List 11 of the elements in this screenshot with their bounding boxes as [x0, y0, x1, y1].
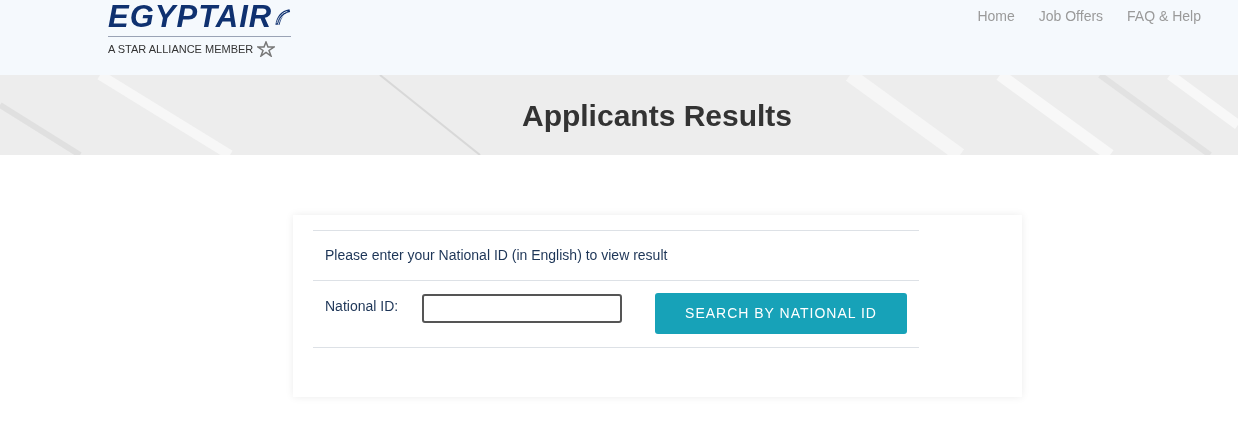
nav-link[interactable]: FAQ & Help — [1127, 6, 1201, 27]
star-icon — [257, 41, 276, 58]
nav-link[interactable]: Home — [977, 6, 1015, 27]
search-button[interactable]: SEARCH BY NATIONAL ID — [655, 293, 907, 334]
tagline: A STAR ALLIANCE MEMBER — [108, 42, 254, 57]
brand-logo-text: EGYPTAIR — [108, 0, 273, 34]
instruction-text: Please enter your National ID (in English) to view result — [325, 246, 669, 265]
page-title: Applicants Results — [521, 97, 793, 134]
national-id-input[interactable] — [422, 294, 622, 323]
nav-link[interactable]: Job Offers — [1038, 6, 1104, 27]
field-label: National ID: — [325, 297, 400, 316]
